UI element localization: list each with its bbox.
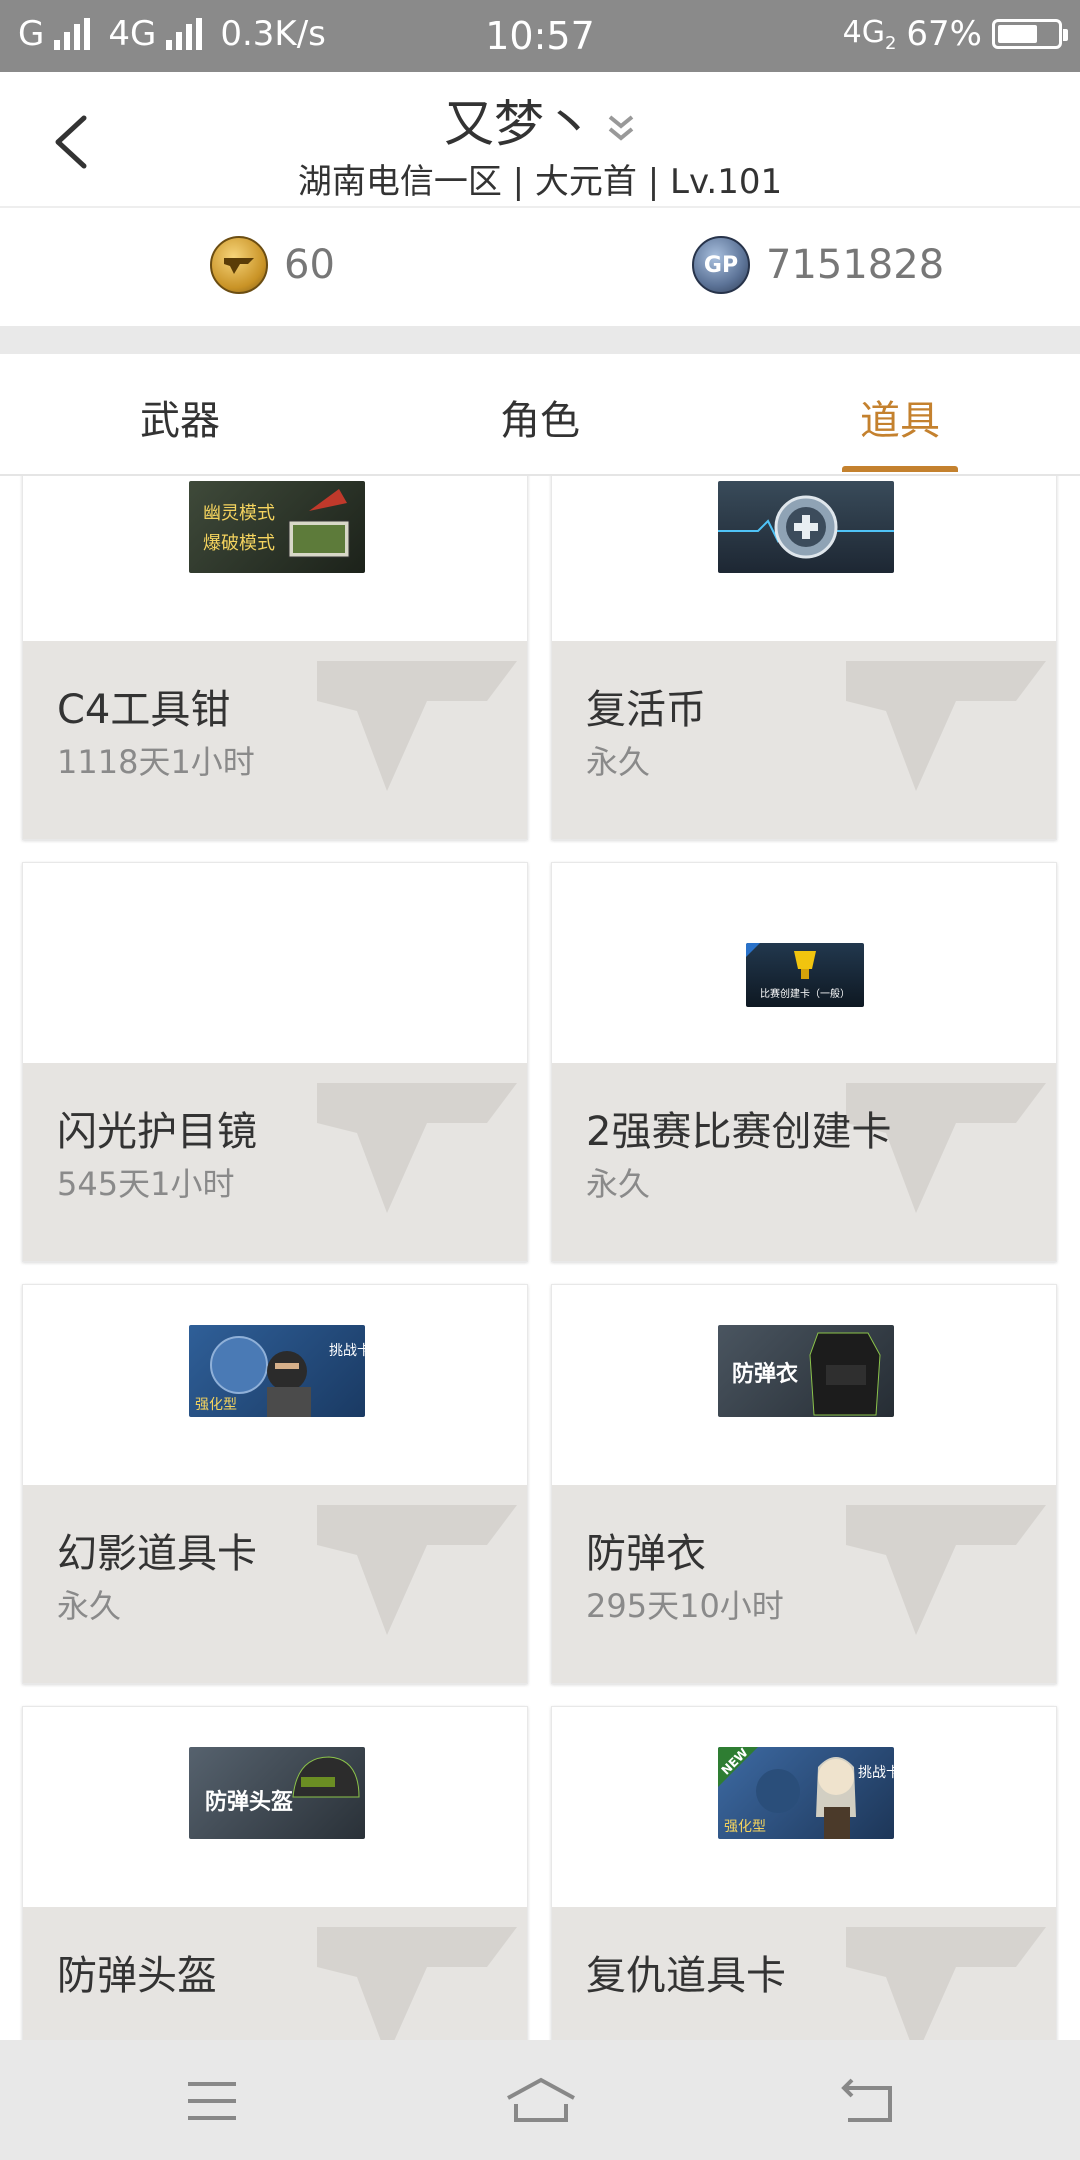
cf-watermark-icon [846, 1927, 1046, 2040]
back-icon [841, 2078, 892, 2122]
svg-text:强化型: 强化型 [195, 1397, 237, 1413]
tab-weapons[interactable]: 武器 [0, 388, 360, 446]
menu-button[interactable] [182, 2076, 242, 2126]
category-tabs: 武器 角色 道具 [0, 354, 1080, 476]
svg-text:防弹头盔: 防弹头盔 [205, 1789, 293, 1815]
svg-text:挑战卡: 挑战卡 [329, 1343, 365, 1359]
svg-text:挑战卡: 挑战卡 [858, 1765, 894, 1781]
revenge-card-image: NEW 强化型 挑战卡 [718, 1747, 894, 1839]
item-duration: 永久 [57, 1587, 122, 1625]
phantom-card-image: 强化型 挑战卡 [189, 1325, 365, 1417]
menu-icon [188, 2082, 236, 2120]
item-card[interactable]: 幽灵模式 爆破模式 C4工具钳 1118天1小时 [22, 476, 528, 840]
section-gap [0, 326, 1080, 354]
status-right: 4G2 67% [842, 14, 1068, 54]
item-image-area: 防弹头盔 [23, 1707, 527, 1907]
item-name: 闪光护目镜 [57, 1109, 257, 1155]
active-tab-indicator [842, 466, 958, 472]
item-info: 2强赛比赛创建卡 永久 [552, 1063, 1056, 1261]
cf-points: 60 [210, 236, 335, 294]
item-info: 复仇道具卡 [552, 1907, 1056, 2040]
status-bar: G 4G 0.3K/s 10:57 4G2 67% [0, 0, 1080, 72]
item-name: C4工具钳 [57, 687, 231, 733]
double-chevron-down-icon[interactable] [606, 99, 636, 157]
item-duration: 295天10小时 [586, 1587, 784, 1625]
c4-pliers-image: 幽灵模式 爆破模式 [189, 481, 365, 573]
battery-fill [998, 25, 1037, 43]
item-image-area: 幽灵模式 爆破模式 [23, 476, 527, 641]
item-name: 幻影道具卡 [57, 1531, 257, 1577]
item-card[interactable]: 防弹衣 防弹衣 295天10小时 [551, 1284, 1057, 1684]
svg-text:幽灵模式: 幽灵模式 [203, 503, 275, 524]
item-image-area [23, 863, 527, 1063]
item-duration: 545天1小时 [57, 1165, 235, 1203]
item-info: 幻影道具卡 永久 [23, 1485, 527, 1683]
item-name: 2强赛比赛创建卡 [586, 1109, 892, 1155]
vest-image: 防弹衣 [718, 1325, 894, 1417]
page-title: 又梦丶 [444, 95, 594, 153]
item-info: C4工具钳 1118天1小时 [23, 641, 527, 839]
home-icon [507, 2077, 575, 2122]
item-info: 复活币 永久 [552, 641, 1056, 839]
cf-watermark-icon [317, 1083, 517, 1213]
network-right-label: 4G2 [842, 14, 897, 54]
item-card[interactable]: 复活币 永久 [551, 476, 1057, 840]
home-button[interactable] [504, 2076, 578, 2126]
header: 又梦丶 湖南电信一区 | 大元首 | Lv.101 [0, 72, 1080, 204]
cf-watermark-icon [317, 1505, 517, 1635]
revive-coin-image [718, 481, 894, 573]
item-card[interactable]: 比赛创建卡（一般） 2强赛比赛创建卡 永久 [551, 862, 1057, 1262]
item-duration: 永久 [586, 743, 651, 781]
cf-watermark-icon [317, 661, 517, 791]
item-card[interactable]: NEW 强化型 挑战卡 复仇道具卡 [551, 1706, 1057, 2040]
item-card[interactable]: 强化型 挑战卡 幻影道具卡 永久 [22, 1284, 528, 1684]
cf-watermark-icon [846, 1505, 1046, 1635]
item-image-area: 比赛创建卡（一般） [552, 863, 1056, 1063]
item-name: 复仇道具卡 [586, 1953, 786, 1999]
cf-value: 60 [284, 242, 335, 288]
item-card[interactable]: 闪光护目镜 545天1小时 [22, 862, 528, 1262]
item-info: 闪光护目镜 545天1小时 [23, 1063, 527, 1261]
cf-coin-icon [210, 236, 268, 294]
cf-watermark-icon [317, 1927, 517, 2040]
item-duration: 1118天1小时 [57, 743, 255, 781]
item-card[interactable]: 防弹头盔 防弹头盔 [22, 1706, 528, 2040]
item-info: 防弹头盔 [23, 1907, 527, 2040]
item-name: 防弹衣 [586, 1531, 706, 1577]
server-info: 湖南电信一区 | 大元首 | Lv.101 [297, 162, 783, 202]
svg-text:防弹衣: 防弹衣 [732, 1361, 798, 1387]
item-grid[interactable]: 幽灵模式 爆破模式 C4工具钳 1118天1小时 复活币 永久 闪光护目镜 54… [0, 476, 1080, 2040]
item-image-area: 强化型 挑战卡 [23, 1285, 527, 1485]
gp-coin-icon: GP [692, 236, 750, 294]
item-image-area [552, 476, 1056, 641]
gp-value: 7151828 [766, 242, 945, 288]
battery-percent: 67% [906, 14, 982, 54]
item-info: 防弹衣 295天10小时 [552, 1485, 1056, 1683]
page-title-row[interactable]: 又梦丶 [0, 84, 1080, 157]
battery-icon [992, 19, 1068, 49]
cf-watermark-icon [846, 661, 1046, 791]
item-image-area: 防弹衣 [552, 1285, 1056, 1485]
currency-row: 60 GP 7151828 [0, 208, 1080, 326]
tab-characters[interactable]: 角色 [360, 388, 720, 446]
item-image-area: NEW 强化型 挑战卡 [552, 1707, 1056, 1907]
svg-text:比赛创建卡（一般）: 比赛创建卡（一般） [760, 987, 850, 1000]
svg-text:强化型: 强化型 [724, 1819, 766, 1835]
helmet-image: 防弹头盔 [189, 1747, 365, 1839]
tab-items[interactable]: 道具 [720, 388, 1080, 446]
back-nav-button[interactable] [838, 2076, 898, 2126]
match-card-image: 比赛创建卡（一般） [746, 943, 864, 1007]
item-duration: 永久 [586, 1165, 651, 1203]
gp-points: GP 7151828 [692, 236, 944, 294]
system-nav-bar [0, 2040, 1080, 2160]
item-name: 防弹头盔 [57, 1953, 217, 1999]
item-name: 复活币 [586, 687, 706, 733]
svg-text:爆破模式: 爆破模式 [203, 533, 275, 554]
